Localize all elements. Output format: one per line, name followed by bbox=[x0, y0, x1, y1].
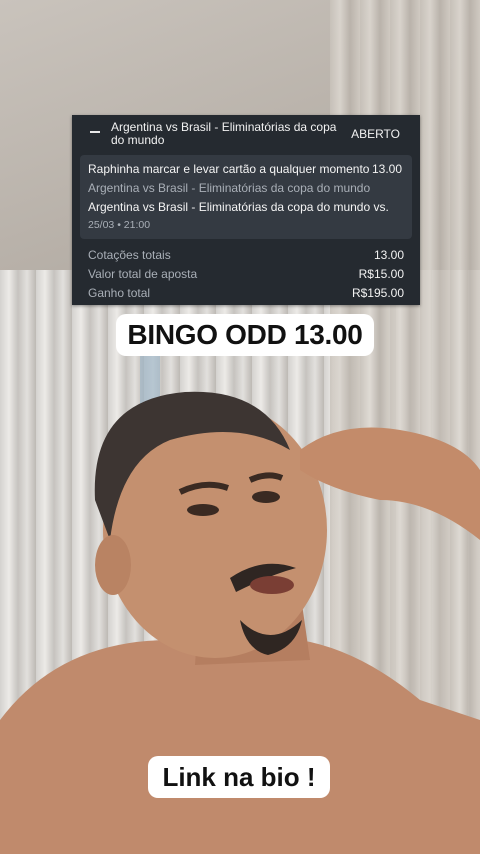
collapse-minus-icon[interactable] bbox=[90, 131, 100, 133]
selection-odd: 13.00 bbox=[371, 162, 402, 176]
summary-total-stake: Valor total de aposta R$15.00 bbox=[88, 267, 404, 285]
summary-label: Valor total de aposta bbox=[88, 267, 198, 281]
selection-market: Raphinha marcar e levar cartão a qualque… bbox=[88, 162, 370, 176]
selection-event: Argentina vs Brasil - Eliminatórias da c… bbox=[88, 181, 371, 195]
selection-datetime: 25/03 • 21:00 bbox=[88, 219, 151, 231]
bet-slip-header[interactable]: Argentina vs Brasil - Eliminatórias da c… bbox=[72, 115, 420, 153]
caption-top: BINGO ODD 13.00 bbox=[116, 314, 374, 356]
summary-total-odds: Cotações totais 13.00 bbox=[88, 248, 404, 266]
summary-value: R$15.00 bbox=[358, 267, 404, 281]
status-badge: ABERTO bbox=[351, 127, 400, 141]
match-title: Argentina vs Brasil - Eliminatórias da c… bbox=[111, 120, 337, 147]
bet-slip-card: Argentina vs Brasil - Eliminatórias da c… bbox=[72, 115, 420, 305]
caption-bottom: Link na bio ! bbox=[148, 756, 330, 798]
summary-value: R$195.00 bbox=[351, 286, 404, 300]
summary-label: Cotações totais bbox=[88, 248, 171, 262]
summary-label: Ganho total bbox=[88, 286, 151, 300]
summary-total-win: Ganho total R$195.00 bbox=[88, 286, 404, 304]
summary-value: 13.00 bbox=[373, 248, 404, 262]
selection-item: Raphinha marcar e levar cartão a qualque… bbox=[80, 155, 412, 239]
selection-event-full: Argentina vs Brasil - Eliminatórias da c… bbox=[88, 200, 389, 214]
